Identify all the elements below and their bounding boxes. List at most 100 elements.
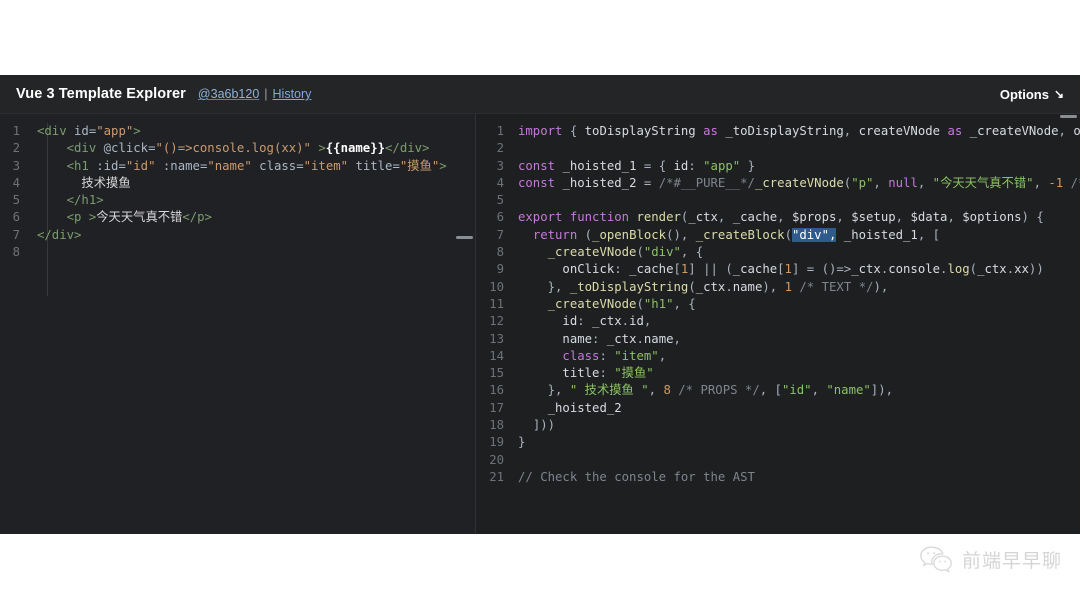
line-content: // Check the console for the AST xyxy=(516,469,1080,486)
left-code-body: 1 <div id="app"> 2 <div @click="()=>cons… xyxy=(0,114,475,261)
line-number: 15 xyxy=(489,366,504,381)
line-number: 11 xyxy=(489,296,504,311)
code-line: 4 技术摸鱼 xyxy=(0,175,475,192)
line-number: 7 xyxy=(496,227,504,242)
code-line: 2 <div @click="()=>console.log(xx)" >{{n… xyxy=(0,140,475,157)
line-content: </div> xyxy=(37,227,82,242)
code-line: 5 xyxy=(476,192,1080,209)
line-content: <p >今天天气真不错</p> xyxy=(66,210,212,225)
code-line: 21 // Check the console for the AST xyxy=(476,469,1080,486)
line-number: 9 xyxy=(496,262,504,277)
line-content: const _hoisted_2 = /*#__PURE__*/_createV… xyxy=(518,175,1080,190)
watermark-text: 前端早早聊 xyxy=(961,549,1062,572)
line-number: 5 xyxy=(12,193,20,208)
line-content: const _hoisted_1 = { id: "app" } xyxy=(518,158,755,173)
line-number: 8 xyxy=(496,245,504,260)
page-title: Vue 3 Template Explorer xyxy=(16,86,186,102)
line-number: 16 xyxy=(489,383,504,398)
line-number: 1 xyxy=(12,124,20,138)
code-line: 3 <h1 :id="id" :name="name" class="item"… xyxy=(0,158,475,175)
line-number: 13 xyxy=(489,331,504,346)
code-line: 2 xyxy=(476,140,1080,157)
code-line: 19 } xyxy=(476,434,1080,451)
line-number: 6 xyxy=(496,210,504,225)
app-header: Vue 3 Template Explorer @3a6b120 | Histo… xyxy=(0,75,1080,114)
line-content: <div id="app"> xyxy=(37,124,141,138)
line-number: 14 xyxy=(489,348,504,363)
code-line: 12 id: _ctx.id, xyxy=(476,313,1080,330)
screenshot-root: Vue 3 Template Explorer @3a6b120 | Histo… xyxy=(0,0,1080,608)
line-content: _createVNode("div", { xyxy=(547,245,704,260)
code-line: 17 _hoisted_2 xyxy=(476,400,1080,417)
ast-comment: // Check the console for the AST xyxy=(518,469,755,484)
line-number: 3 xyxy=(12,158,20,173)
line-content: ])) xyxy=(532,418,556,433)
line-number: 1 xyxy=(496,124,504,138)
line-number: 2 xyxy=(12,141,20,156)
code-line: 7 </div> xyxy=(0,227,475,244)
line-number: 21 xyxy=(489,469,504,484)
line-number: 4 xyxy=(496,175,504,190)
line-number: 19 xyxy=(489,435,504,450)
line-content: onClick: _cache[1] || (_cache[1] = ()=>_… xyxy=(562,262,1044,277)
commit-hash-link[interactable]: @3a6b120 xyxy=(198,87,259,101)
line-number: 7 xyxy=(12,227,20,242)
line-content: class: "item", xyxy=(562,348,667,363)
code-line: 4 const _hoisted_2 = /*#__PURE__*/_creat… xyxy=(476,175,1080,192)
line-content: export function render(_ctx, _cache, $pr… xyxy=(518,210,1044,225)
text-selection: "div", xyxy=(791,227,837,242)
options-label: Options xyxy=(999,86,1049,102)
line-number: 4 xyxy=(12,175,20,190)
code-line: 5 </h1> xyxy=(0,192,475,209)
line-content: <div @click="()=>console.log(xx)" >{{nam… xyxy=(66,141,430,156)
line-content: _hoisted_2 xyxy=(547,400,622,415)
line-number: 18 xyxy=(489,418,504,433)
line-content: } xyxy=(518,435,526,450)
line-content: title: "摸鱼" xyxy=(562,366,654,381)
code-line: 20 xyxy=(476,452,1080,469)
compiled-output-editor[interactable]: 1 import { toDisplayString as _toDisplay… xyxy=(476,114,1080,534)
editor-split-container: 1 <div id="app"> 2 <div @click="()=>cons… xyxy=(0,114,1080,534)
code-line: 11 _createVNode("h1", { xyxy=(476,296,1080,313)
line-number: 6 xyxy=(12,210,20,225)
line-content: }, " 技术摸鱼 ", 8 /* PROPS */, ["id", "name… xyxy=(547,383,894,398)
watermark: 前端早早聊 xyxy=(919,545,1062,573)
line-number: 10 xyxy=(489,279,504,294)
line-number: 17 xyxy=(489,400,504,415)
code-line: 16 }, " 技术摸鱼 ", 8 /* PROPS */, ["id", "n… xyxy=(476,382,1080,399)
history-link[interactable]: History xyxy=(273,87,312,101)
wechat-icon xyxy=(919,545,953,573)
line-number: 20 xyxy=(489,452,504,467)
top-whitespace xyxy=(0,0,1080,75)
code-line: 13 name: _ctx.name, xyxy=(476,331,1080,348)
line-number: 5 xyxy=(496,193,504,208)
line-number: 2 xyxy=(496,141,504,156)
vue-template-explorer-window: Vue 3 Template Explorer @3a6b120 | Histo… xyxy=(0,75,1080,534)
code-line: 15 title: "摸鱼" xyxy=(476,365,1080,382)
code-line: 6 export function render(_ctx, _cache, $… xyxy=(476,209,1080,226)
arrow-down-right-icon: ↘ xyxy=(1053,87,1064,101)
line-content: return (_openBlock(), _createBlock("div"… xyxy=(532,227,941,242)
code-line: 3 const _hoisted_1 = { id: "app" } xyxy=(476,158,1080,175)
line-content: id: _ctx.id, xyxy=(562,314,652,329)
code-line: 9 onClick: _cache[1] || (_cache[1] = ()=… xyxy=(476,261,1080,278)
line-content: 技术摸鱼 xyxy=(81,175,131,190)
line-number: 12 xyxy=(489,314,504,329)
code-line: 8 _createVNode("div", { xyxy=(476,244,1080,261)
code-line: 6 <p >今天天气真不错</p> xyxy=(0,209,475,226)
line-content: _createVNode("h1", { xyxy=(547,296,696,311)
header-separator: | xyxy=(264,87,268,101)
code-line: 7 return (_openBlock(), _createBlock("di… xyxy=(476,227,1080,244)
line-number: 3 xyxy=(496,158,504,173)
line-content: <h1 :id="id" :name="name" class="item" t… xyxy=(66,158,447,173)
options-button[interactable]: Options ↘ xyxy=(1000,87,1064,102)
code-line: 18 ])) xyxy=(476,417,1080,434)
code-line-active: 8 xyxy=(0,244,475,261)
code-line: 1 import { toDisplayString as _toDisplay… xyxy=(476,123,1080,140)
code-line: 1 <div id="app"> xyxy=(0,123,475,140)
template-source-editor[interactable]: 1 <div id="app"> 2 <div @click="()=>cons… xyxy=(0,114,476,534)
line-content: </h1> xyxy=(66,193,104,208)
right-code-body: 1 import { toDisplayString as _toDisplay… xyxy=(476,114,1080,486)
line-number: 8 xyxy=(12,245,20,260)
code-line: 14 class: "item", xyxy=(476,348,1080,365)
